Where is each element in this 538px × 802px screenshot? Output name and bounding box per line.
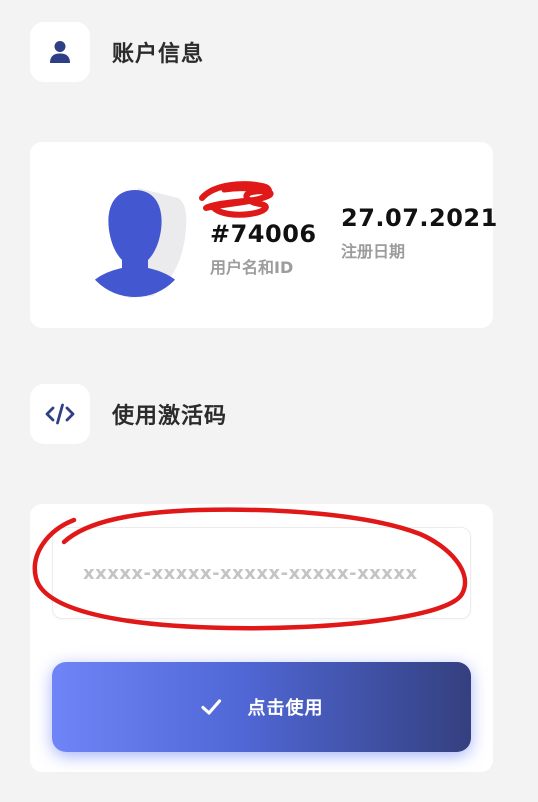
- check-icon: [200, 699, 221, 715]
- account-icon-box: [30, 22, 90, 82]
- redaction-scribble: [199, 181, 274, 218]
- account-card: #74006 用户名和ID 27.07.2021 注册日期: [30, 142, 497, 328]
- apply-code-button[interactable]: 点击使用: [52, 662, 471, 752]
- activation-section-title: 使用激活码: [112, 404, 228, 429]
- activation-icon-box: [30, 384, 90, 444]
- user-icon: [50, 41, 70, 63]
- registration-date: 27.07.2021: [341, 204, 498, 232]
- user-avatar-icon: [80, 188, 190, 298]
- account-section-title: 账户信息: [112, 42, 205, 67]
- registration-info: 27.07.2021 注册日期: [341, 204, 498, 262]
- user-info: #74006 用户名和ID: [210, 220, 317, 278]
- account-section-header: 账户信息: [30, 22, 204, 82]
- activation-code-input[interactable]: [52, 527, 471, 619]
- activation-card: 点击使用: [30, 504, 493, 772]
- activation-section-header: 使用激活码: [30, 384, 227, 444]
- code-icon: [45, 403, 75, 425]
- registration-date-label: 注册日期: [341, 242, 406, 261]
- user-id-label: 用户名和ID: [210, 258, 294, 277]
- apply-button-label: 点击使用: [247, 698, 324, 718]
- user-id: #74006: [210, 220, 317, 248]
